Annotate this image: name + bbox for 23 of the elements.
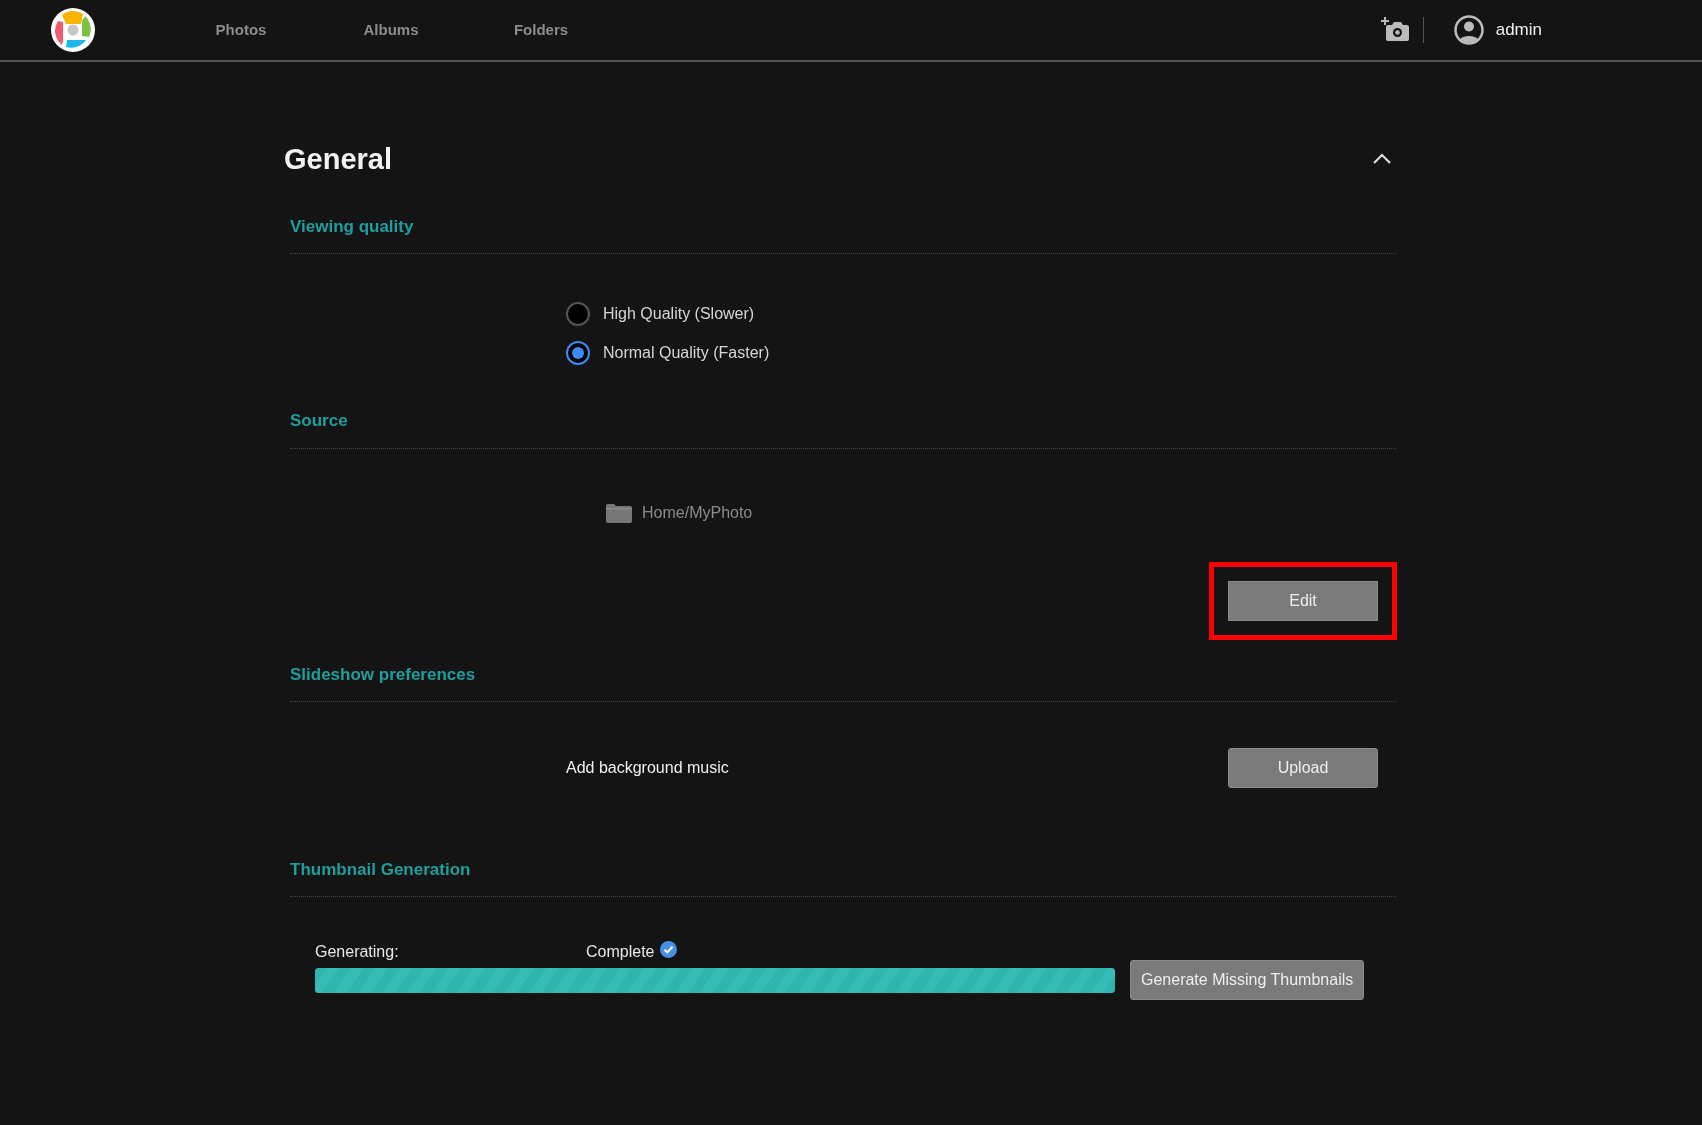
section-heading: Thumbnail Generation (289, 859, 472, 881)
folder-path: Home/MyPhoto (642, 502, 753, 523)
nav-link[interactable]: Photos (166, 18, 316, 42)
radio-button[interactable] (566, 341, 590, 366)
nav-link[interactable]: Albums (316, 18, 466, 42)
user-avatar-icon[interactable] (1453, 15, 1484, 45)
section-heading: Viewing quality (289, 216, 415, 238)
section-title: General (284, 142, 392, 177)
section-heading: Slideshow preferences (289, 664, 477, 686)
add-photo-icon[interactable] (1380, 17, 1411, 43)
radio-button[interactable] (566, 302, 590, 327)
status-label: Generating: (315, 942, 400, 963)
section-heading: Source (289, 411, 349, 433)
setting-label: Add background music (566, 757, 729, 778)
upload-button[interactable]: Upload (1228, 747, 1378, 788)
folder-icon (606, 502, 632, 523)
radio-label[interactable]: Normal Quality (Faster) (603, 341, 770, 366)
generate-thumbnails-button[interactable]: Generate Missing Thumbnails (1130, 960, 1365, 1001)
user-name[interactable]: admin (1495, 17, 1542, 43)
logo-icon[interactable] (50, 7, 96, 53)
radio-label[interactable]: High Quality (Slower) (603, 302, 755, 327)
status-text: Complete (586, 942, 655, 963)
nav-link[interactable]: Folders (466, 18, 616, 42)
